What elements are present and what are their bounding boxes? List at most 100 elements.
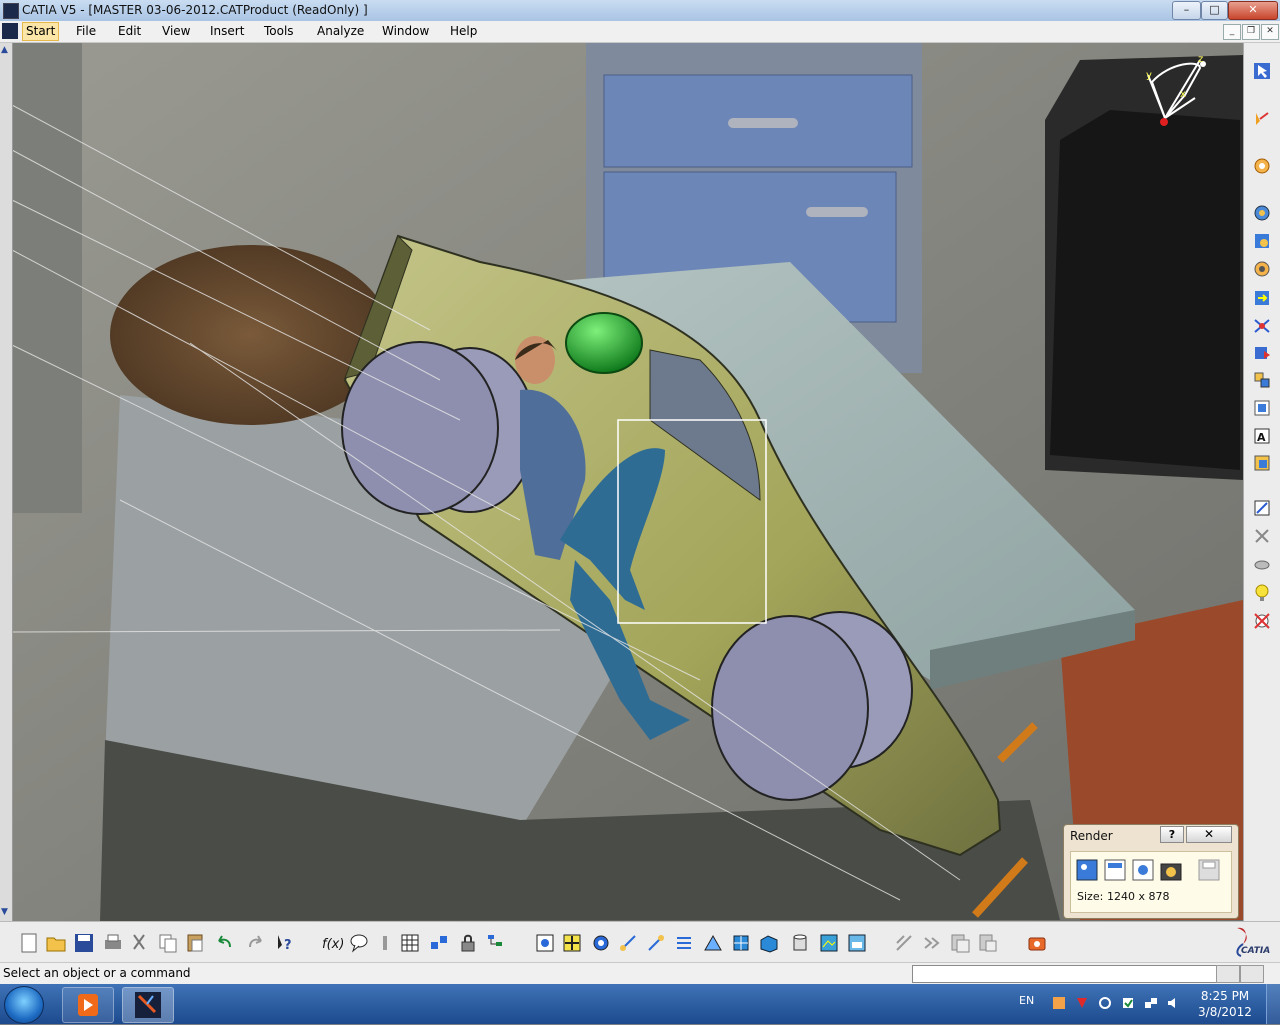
tray-antivirus-icon[interactable] bbox=[1075, 996, 1089, 1010]
doc-close-button[interactable]: ✕ bbox=[1261, 24, 1279, 40]
tray-clock-time[interactable]: 8:25 PM bbox=[1190, 989, 1260, 1003]
render-image-icon[interactable] bbox=[1075, 858, 1099, 882]
menu-window[interactable]: Window bbox=[382, 24, 429, 38]
tray-volume-icon[interactable] bbox=[1167, 996, 1181, 1010]
taskbar-catia[interactable] bbox=[122, 987, 174, 1023]
distance-icon[interactable] bbox=[1252, 370, 1272, 390]
menu-insert[interactable]: Insert bbox=[210, 24, 244, 38]
cut-icon[interactable] bbox=[129, 932, 151, 954]
formula-icon[interactable]: f(x) bbox=[321, 932, 343, 954]
scroll-down-icon[interactable]: ▼ bbox=[1, 907, 8, 917]
render-shoot-icon[interactable] bbox=[1159, 858, 1183, 882]
menu-analyze[interactable]: Analyze bbox=[317, 24, 364, 38]
texture-icon[interactable] bbox=[818, 932, 840, 954]
scene-svg[interactable]: z y x bbox=[0, 43, 1243, 921]
manipulate-icon[interactable] bbox=[1252, 231, 1272, 251]
fly-mode-icon[interactable] bbox=[1252, 555, 1272, 575]
minimize-button[interactable]: – bbox=[1172, 1, 1201, 20]
doc-minimize-button[interactable]: _ bbox=[1223, 24, 1241, 40]
cylinder-icon[interactable] bbox=[789, 932, 811, 954]
green-helmet[interactable] bbox=[565, 312, 643, 374]
rear-wheel[interactable] bbox=[341, 341, 499, 515]
open-icon[interactable] bbox=[45, 932, 67, 954]
shading-icon[interactable] bbox=[758, 932, 780, 954]
measure-icon[interactable] bbox=[1252, 498, 1272, 518]
multi-doc-icon[interactable] bbox=[977, 932, 999, 954]
close-button[interactable]: ✕ bbox=[1228, 1, 1278, 20]
lock-icon[interactable] bbox=[457, 932, 479, 954]
product-structure-icon[interactable] bbox=[1252, 203, 1272, 223]
tray-grid-icon[interactable] bbox=[1052, 996, 1066, 1010]
undo-icon[interactable] bbox=[214, 932, 236, 954]
command-history-button[interactable] bbox=[1216, 965, 1240, 983]
cube-view-icon[interactable] bbox=[730, 932, 752, 954]
explode-icon[interactable] bbox=[1252, 288, 1272, 308]
menu-file[interactable]: File bbox=[76, 24, 96, 38]
tree-icon[interactable] bbox=[485, 932, 507, 954]
compass-red-dot[interactable] bbox=[1160, 118, 1168, 126]
sketcher-icon[interactable] bbox=[1252, 109, 1272, 129]
tray-language[interactable]: EN bbox=[1019, 994, 1034, 1007]
tray-sync-icon[interactable] bbox=[1098, 996, 1112, 1010]
tray-network-icon[interactable] bbox=[1144, 996, 1158, 1010]
swap-visible-icon[interactable] bbox=[1252, 526, 1272, 546]
render-settings-icon[interactable] bbox=[1103, 858, 1127, 882]
render-close-button[interactable]: ✕ bbox=[1186, 826, 1232, 843]
menu-view[interactable]: View bbox=[162, 24, 190, 38]
menu-help[interactable]: Help bbox=[450, 24, 477, 38]
taskbar-media-player[interactable] bbox=[62, 987, 114, 1023]
show-desktop-button[interactable] bbox=[1266, 984, 1280, 1024]
no-show-icon[interactable] bbox=[1252, 611, 1272, 631]
table-icon[interactable] bbox=[399, 932, 421, 954]
render-save-icon[interactable] bbox=[1197, 858, 1221, 882]
pan-icon[interactable] bbox=[561, 932, 583, 954]
menu-edit[interactable]: Edit bbox=[118, 24, 141, 38]
whats-this-icon[interactable]: ? bbox=[274, 932, 296, 954]
left-scroll-strip[interactable]: ▲ ▼ bbox=[0, 43, 13, 921]
capture-icon[interactable] bbox=[1026, 932, 1048, 954]
text-annotation-icon[interactable]: A bbox=[1252, 426, 1272, 446]
rotate-icon[interactable] bbox=[590, 932, 612, 954]
menu-start[interactable]: Start bbox=[22, 22, 60, 41]
catia-app-icon[interactable] bbox=[3, 3, 19, 19]
select-arrow-icon[interactable] bbox=[1252, 61, 1272, 81]
parameter-icon[interactable] bbox=[374, 932, 396, 954]
paste-icon[interactable] bbox=[185, 932, 207, 954]
tray-clock-date[interactable]: 3/8/2012 bbox=[1190, 1005, 1260, 1019]
tray-flag-icon[interactable] bbox=[1121, 996, 1135, 1010]
maximize-button[interactable]: □ bbox=[1201, 1, 1228, 20]
image-icon[interactable] bbox=[846, 932, 868, 954]
command-input[interactable] bbox=[912, 965, 1218, 983]
light-icon[interactable] bbox=[1252, 583, 1272, 603]
command-cancel-button[interactable] bbox=[1240, 965, 1264, 983]
save-icon[interactable] bbox=[73, 932, 95, 954]
normal-view-icon[interactable] bbox=[673, 932, 695, 954]
iso-view-icon[interactable] bbox=[702, 932, 724, 954]
zoom-in-icon[interactable] bbox=[617, 932, 639, 954]
render-help-button[interactable]: ? bbox=[1160, 826, 1184, 843]
zoom-out-icon[interactable] bbox=[645, 932, 667, 954]
scroll-up-icon[interactable]: ▲ bbox=[1, 45, 8, 55]
copy-icon[interactable] bbox=[157, 932, 179, 954]
snap-icon[interactable] bbox=[1252, 259, 1272, 279]
sectioning-tool-icon[interactable] bbox=[893, 932, 915, 954]
catia-logo-icon[interactable] bbox=[2, 23, 18, 39]
assembly-constraint-icon[interactable] bbox=[1252, 156, 1272, 176]
sectioning-icon[interactable] bbox=[1252, 343, 1272, 363]
video-icon[interactable] bbox=[921, 932, 943, 954]
comment-icon[interactable] bbox=[348, 932, 370, 954]
clash-icon[interactable] bbox=[1252, 316, 1272, 336]
front-wheel[interactable] bbox=[711, 615, 869, 801]
new-icon[interactable] bbox=[18, 932, 40, 954]
fit-all-icon[interactable] bbox=[534, 932, 556, 954]
windows-start-button[interactable] bbox=[4, 986, 44, 1024]
print-icon[interactable] bbox=[102, 932, 124, 954]
menu-tools[interactable]: Tools bbox=[264, 24, 294, 38]
grid-icon[interactable] bbox=[428, 932, 450, 954]
catalog-icon[interactable] bbox=[1252, 398, 1272, 418]
3d-viewport[interactable]: z y x bbox=[0, 43, 1243, 921]
render-view-icon[interactable] bbox=[1131, 858, 1155, 882]
clipboard-icon[interactable] bbox=[949, 932, 971, 954]
doc-restore-button[interactable]: ❐ bbox=[1242, 24, 1260, 40]
component-icon[interactable] bbox=[1252, 453, 1272, 473]
